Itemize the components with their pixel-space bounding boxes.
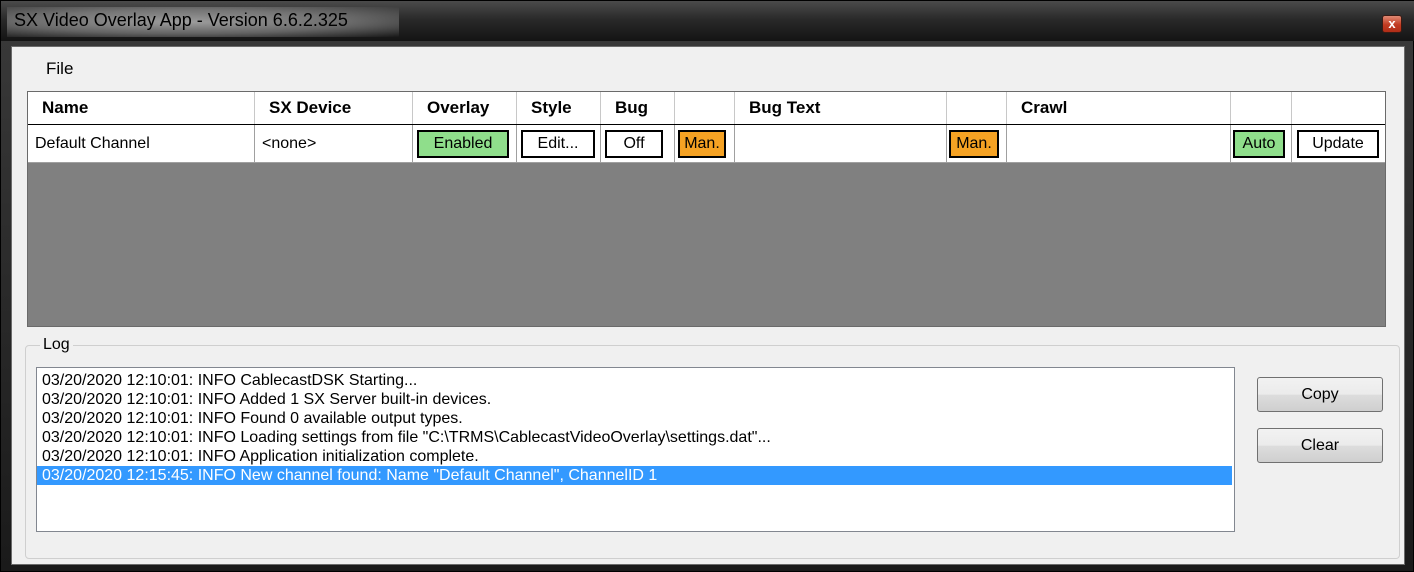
header-sx-device[interactable]: SX Device — [255, 92, 413, 124]
log-line[interactable]: 03/20/2020 12:10:01: INFO Loading settin… — [37, 428, 1234, 447]
clear-button[interactable]: Clear — [1257, 428, 1383, 463]
log-line-selected[interactable]: 03/20/2020 12:15:45: INFO New channel fo… — [37, 466, 1232, 485]
log-group: Log 03/20/2020 12:10:01: INFO CablecastD… — [25, 336, 1400, 559]
header-crawl-mode[interactable] — [1231, 92, 1292, 124]
cell-crawl-mode: Auto — [1231, 125, 1292, 163]
header-name[interactable]: Name — [28, 92, 255, 124]
header-update[interactable] — [1292, 92, 1385, 124]
style-edit-button[interactable]: Edit... — [521, 130, 595, 158]
cell-sx-device[interactable]: <none> — [255, 125, 413, 163]
cell-crawl[interactable] — [1007, 125, 1231, 163]
channel-grid: Name SX Device Overlay Style Bug Bug Tex… — [27, 91, 1386, 327]
log-line[interactable]: 03/20/2020 12:10:01: INFO Found 0 availa… — [37, 409, 1234, 428]
cell-bug-text-mode: Man. — [947, 125, 1007, 163]
copy-button[interactable]: Copy — [1257, 377, 1383, 412]
header-overlay[interactable]: Overlay — [413, 92, 517, 124]
header-bug[interactable]: Bug — [601, 92, 675, 124]
table-row[interactable]: Default Channel <none> Enabled Edit... O… — [28, 125, 1385, 163]
header-bug-text[interactable]: Bug Text — [735, 92, 947, 124]
cell-style: Edit... — [517, 125, 601, 163]
client-area: File Name SX Device Overlay Style Bug Bu… — [11, 46, 1405, 565]
crawl-auto-button[interactable]: Auto — [1233, 130, 1285, 158]
log-line[interactable]: 03/20/2020 12:10:01: INFO Added 1 SX Ser… — [37, 390, 1234, 409]
cell-bug-text[interactable] — [735, 125, 947, 163]
cell-bug-mode: Man. — [675, 125, 735, 163]
close-icon: x — [1388, 16, 1396, 31]
bug-text-manual-button[interactable]: Man. — [949, 130, 999, 158]
app-window: SX Video Overlay App - Version 6.6.2.325… — [0, 0, 1414, 572]
cell-update: Update — [1292, 125, 1385, 163]
log-list[interactable]: 03/20/2020 12:10:01: INFO CablecastDSK S… — [36, 367, 1235, 532]
cell-bug: Off — [601, 125, 675, 163]
log-label: Log — [40, 336, 73, 354]
title-bar[interactable]: SX Video Overlay App - Version 6.6.2.325… — [1, 1, 1414, 41]
bug-manual-button[interactable]: Man. — [678, 130, 726, 158]
overlay-enabled-button[interactable]: Enabled — [417, 130, 509, 158]
header-bug-text-mode[interactable] — [947, 92, 1007, 124]
log-line[interactable]: 03/20/2020 12:10:01: INFO CablecastDSK S… — [37, 371, 1234, 390]
cell-name[interactable]: Default Channel — [28, 125, 255, 163]
log-line[interactable]: 03/20/2020 12:10:01: INFO Application in… — [37, 447, 1234, 466]
update-button[interactable]: Update — [1297, 130, 1379, 158]
bug-off-button[interactable]: Off — [605, 130, 663, 158]
grid-header: Name SX Device Overlay Style Bug Bug Tex… — [28, 92, 1385, 125]
header-crawl[interactable]: Crawl — [1007, 92, 1231, 124]
menu-file[interactable]: File — [46, 59, 73, 79]
header-style[interactable]: Style — [517, 92, 601, 124]
menu-bar: File — [12, 47, 1404, 87]
window-title: SX Video Overlay App - Version 6.6.2.325 — [14, 10, 348, 30]
cell-overlay: Enabled — [413, 125, 517, 163]
header-bug-mode[interactable] — [675, 92, 735, 124]
close-button[interactable]: x — [1382, 15, 1402, 33]
